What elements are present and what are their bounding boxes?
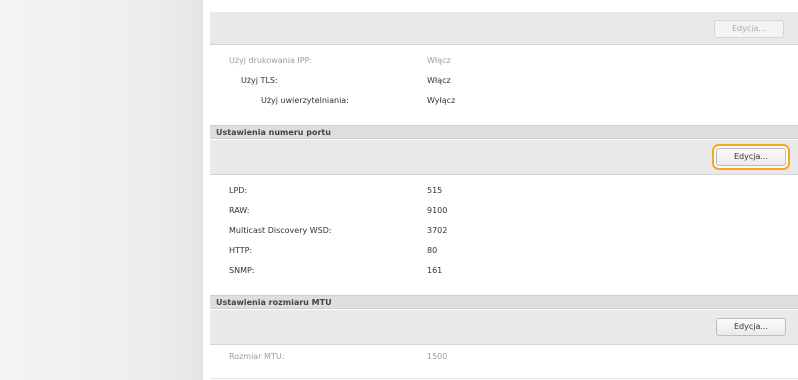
wsd-value: 3702 xyxy=(427,226,448,235)
raw-value: 9100 xyxy=(427,206,448,215)
bottom-divider xyxy=(210,378,798,379)
mtu-section-bar: Edycja... xyxy=(210,310,798,345)
sidebar-divider xyxy=(201,0,203,380)
settings-content: Edycja... Użyj drukowania IPP: Włącz Uży… xyxy=(205,0,798,380)
snmp-value: 161 xyxy=(427,266,443,275)
mtu-edit-button[interactable]: Edycja... xyxy=(716,318,786,336)
wsd-label: Multicast Discovery WSD: xyxy=(229,226,332,235)
use-auth-label: Użyj uwierzytelniania: xyxy=(261,96,349,105)
snmp-label: SNMP: xyxy=(229,266,255,275)
port-edit-button[interactable]: Edycja... xyxy=(716,148,786,166)
use-auth-value: Wyłącz xyxy=(427,96,456,105)
lpd-label: LPD: xyxy=(229,186,248,195)
mtu-size-label: Rozmiar MTU: xyxy=(229,352,285,361)
left-sidebar xyxy=(0,0,202,380)
mtu-size-value: 1500 xyxy=(427,352,448,361)
http-label: HTTP: xyxy=(229,246,253,255)
lpd-value: 515 xyxy=(427,186,443,195)
top-edit-button[interactable]: Edycja... xyxy=(714,20,784,38)
use-tls-value: Włącz xyxy=(427,76,451,85)
ipp-printing-label: Użyj drukowania IPP: xyxy=(229,56,313,65)
port-section-bar: Edycja... xyxy=(210,140,798,175)
mtu-section-header: Ustawienia rozmiaru MTU xyxy=(210,295,798,309)
use-tls-label: Użyj TLS: xyxy=(241,76,278,85)
port-section-header: Ustawienia numeru portu xyxy=(210,125,798,139)
http-value: 80 xyxy=(427,246,438,255)
top-panel-bar: Edycja... xyxy=(210,12,798,45)
ipp-printing-value: Włącz xyxy=(427,56,451,65)
raw-label: RAW: xyxy=(229,206,250,215)
